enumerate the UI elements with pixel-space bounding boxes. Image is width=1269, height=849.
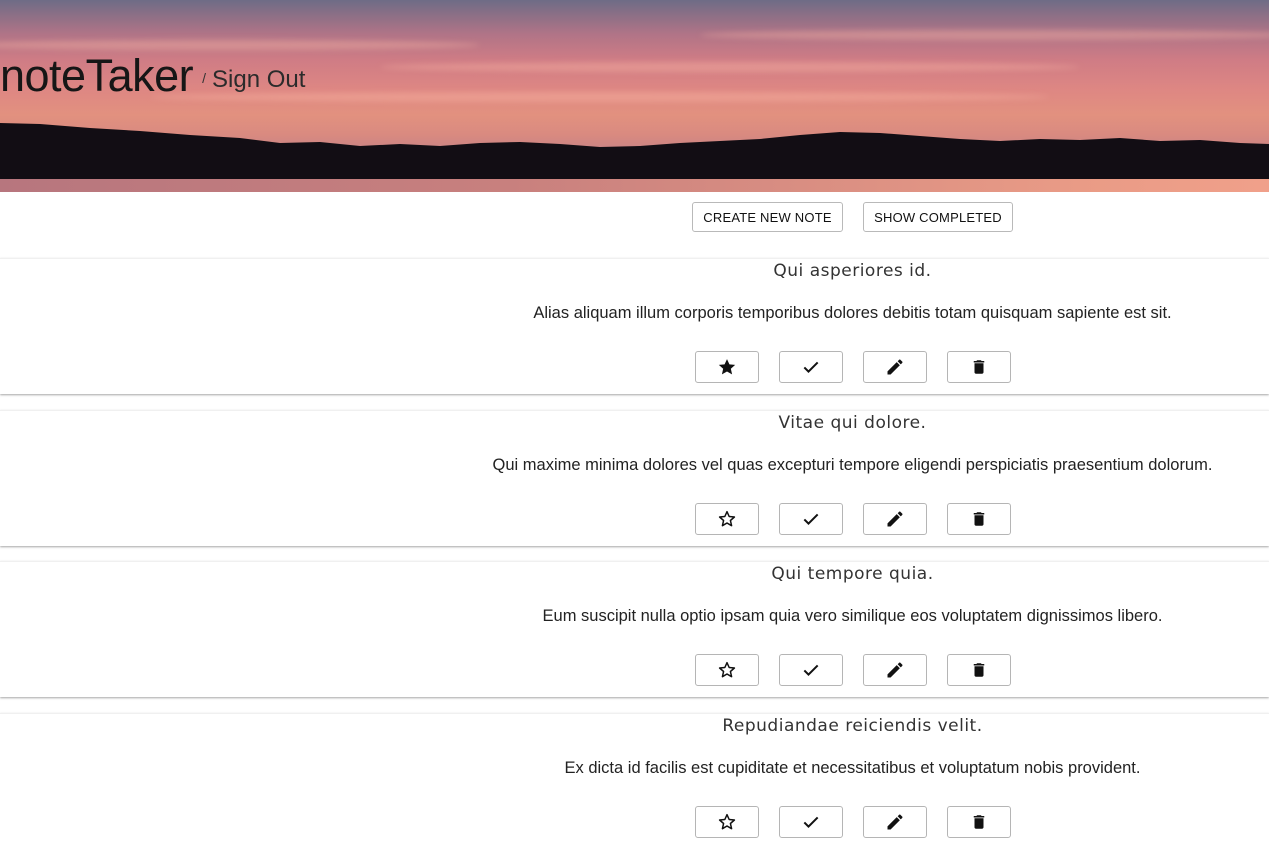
star-outline-icon [718,510,736,527]
star-button[interactable] [695,351,759,383]
edit-button[interactable] [863,503,927,535]
check-icon [803,664,819,676]
star-outline-icon [718,813,736,830]
show-completed-button[interactable]: SHOW COMPLETED [863,202,1013,232]
complete-button[interactable] [779,654,843,686]
create-new-note-button[interactable]: CREATE NEW NOTE [692,202,843,232]
pencil-icon [887,359,903,375]
trash-icon [973,512,985,526]
note-title: Qui asperiores id. [773,261,932,281]
delete-button[interactable] [947,351,1011,383]
complete-button[interactable] [779,806,843,838]
star-button[interactable] [695,654,759,686]
star-outline-icon [718,661,736,678]
note-title: Repudiandae reiciendis velit. [722,716,983,736]
pencil-icon [887,662,903,678]
trash-icon [973,360,985,374]
title-separator: / [202,70,207,86]
complete-button[interactable] [779,351,843,383]
pencil-icon [887,511,903,527]
check-icon [803,816,819,828]
note-title: Vitae qui dolore. [778,413,927,433]
trash-icon [973,815,985,829]
note-card: Repudiandae reiciendis velit. Ex dicta i… [0,713,1269,849]
edit-button[interactable] [863,806,927,838]
delete-button[interactable] [947,503,1011,535]
app-title: noteTaker [0,50,194,101]
note-card: Vitae qui dolore. Qui maxime minima dolo… [0,410,1269,546]
check-icon [803,361,819,373]
note-body: Ex dicta id facilis est cupiditate et ne… [564,759,1141,777]
note-card: Qui tempore quia. Eum suscipit nulla opt… [0,561,1269,697]
delete-button[interactable] [947,654,1011,686]
edit-button[interactable] [863,654,927,686]
star-button[interactable] [695,503,759,535]
sign-out-link[interactable]: Sign Out [212,66,305,94]
star-filled-icon [718,359,736,375]
note-title: Qui tempore quia. [771,564,934,584]
trash-icon [973,663,985,677]
brand: noteTaker / Sign Out [0,50,305,102]
note-body: Eum suscipit nulla optio ipsam quia vero… [542,607,1163,625]
note-body: Qui maxime minima dolores vel quas excep… [492,456,1213,474]
edit-button[interactable] [863,351,927,383]
delete-button[interactable] [947,806,1011,838]
check-icon [803,513,819,525]
banner-reflection-strip [0,179,1269,192]
note-body: Alias aliquam illum corporis temporibus … [533,304,1172,322]
note-card: Qui asperiores id. Alias aliquam illum c… [0,258,1269,394]
complete-button[interactable] [779,503,843,535]
header-banner: noteTaker / Sign Out [0,0,1269,192]
star-button[interactable] [695,806,759,838]
pencil-icon [887,814,903,830]
